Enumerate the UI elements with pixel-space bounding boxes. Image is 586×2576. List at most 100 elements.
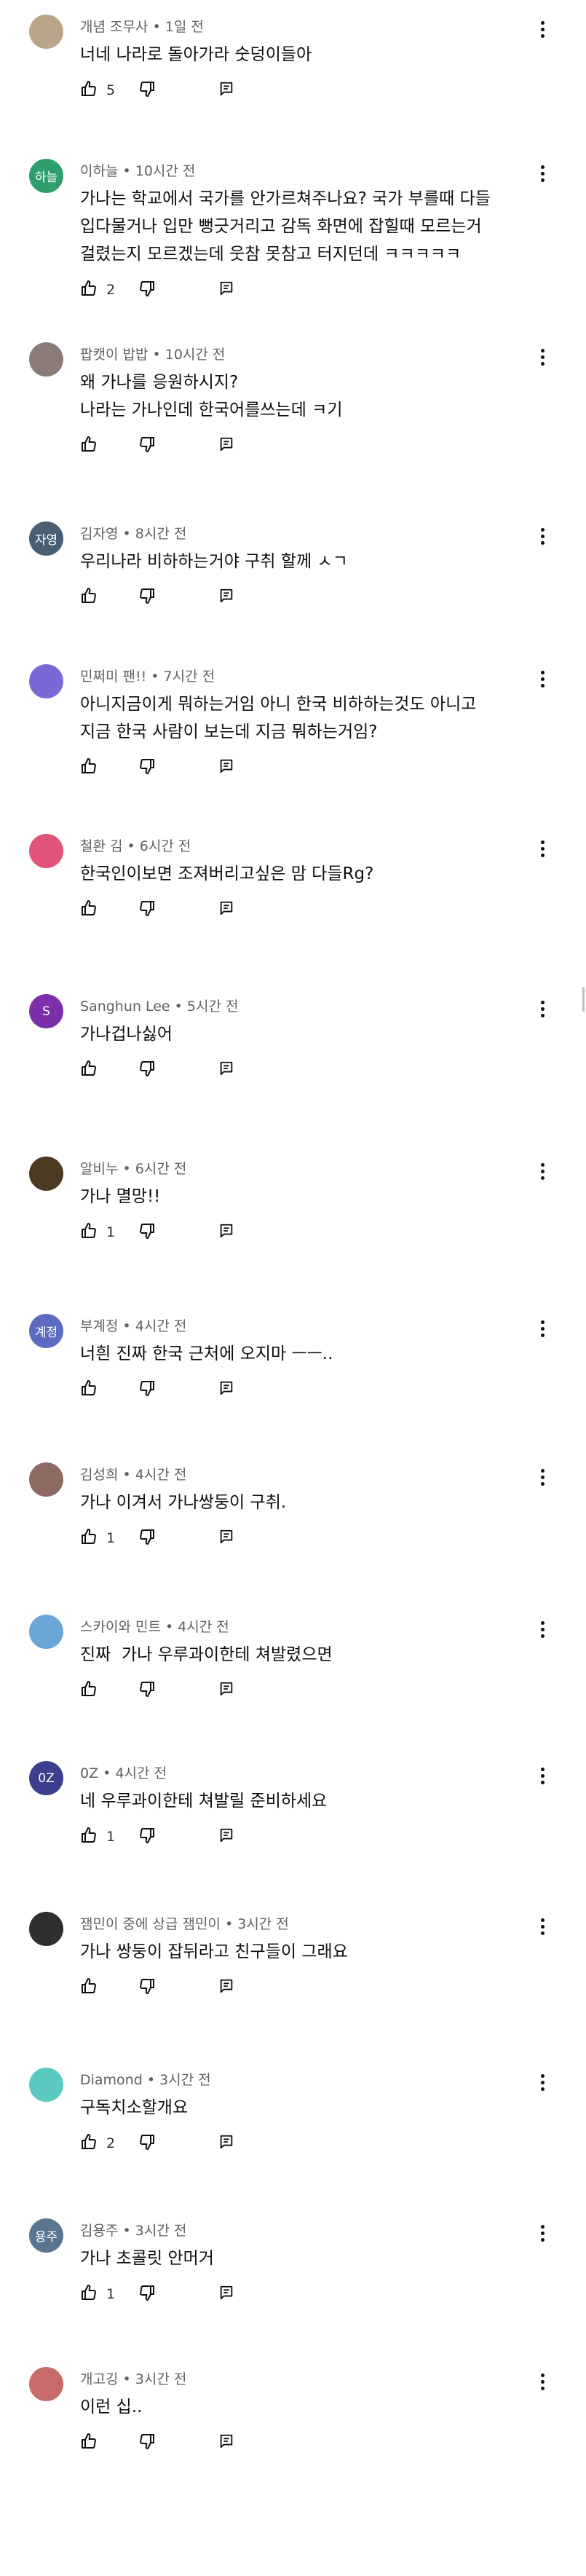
avatar[interactable]: 자영 xyxy=(29,521,63,556)
comment-timestamp[interactable]: 4시간 전 xyxy=(115,1765,167,1781)
avatar[interactable]: S xyxy=(29,994,63,1028)
dislike-button[interactable] xyxy=(138,757,189,778)
like-button[interactable] xyxy=(80,1379,131,1400)
like-button[interactable]: 2 xyxy=(80,280,131,300)
reply-button[interactable] xyxy=(218,1380,234,1399)
avatar[interactable]: 용주 xyxy=(29,2218,63,2253)
reply-button[interactable] xyxy=(218,1681,234,1700)
like-button[interactable] xyxy=(80,757,131,778)
more-vert-icon[interactable] xyxy=(535,1912,550,1941)
like-button[interactable] xyxy=(80,587,131,607)
more-vert-icon[interactable] xyxy=(535,834,550,863)
like-button[interactable] xyxy=(80,2433,131,2453)
dislike-button[interactable] xyxy=(138,1060,189,1080)
comment-timestamp[interactable]: 5시간 전 xyxy=(187,999,239,1015)
avatar[interactable] xyxy=(29,664,63,698)
avatar[interactable] xyxy=(29,2367,63,2401)
more-vert-icon[interactable] xyxy=(535,2068,550,2097)
like-button[interactable] xyxy=(80,899,131,920)
more-vert-icon[interactable] xyxy=(535,664,550,693)
comment-timestamp[interactable]: 6시간 전 xyxy=(135,1161,187,1177)
dislike-button[interactable] xyxy=(138,280,189,300)
avatar[interactable] xyxy=(29,1912,63,1946)
comment-author[interactable]: Diamond xyxy=(80,2072,143,2088)
comment-author[interactable]: 김자영 xyxy=(80,526,118,542)
avatar[interactable]: 계정 xyxy=(29,1314,63,1348)
more-vert-icon[interactable] xyxy=(535,1314,550,1343)
comment-timestamp[interactable]: 3시간 전 xyxy=(135,2223,187,2239)
comment-author[interactable]: 민쩌미 팬!! xyxy=(80,669,146,685)
reply-button[interactable] xyxy=(218,2433,234,2452)
avatar[interactable]: 하늘 xyxy=(29,159,63,193)
dislike-button[interactable] xyxy=(138,2433,189,2453)
dislike-button[interactable] xyxy=(138,436,189,456)
dislike-button[interactable] xyxy=(138,899,189,920)
more-vert-icon[interactable] xyxy=(535,2218,550,2248)
like-button[interactable] xyxy=(80,1977,131,1998)
scroll-indicator[interactable] xyxy=(582,987,585,1012)
comment-timestamp[interactable]: 7시간 전 xyxy=(164,669,215,685)
comment-author[interactable]: 잼민이 중에 상급 잼민이 xyxy=(80,1916,221,1932)
like-button[interactable]: 2 xyxy=(80,2133,131,2154)
reply-button[interactable] xyxy=(218,280,234,299)
dislike-button[interactable] xyxy=(138,1977,189,1998)
reply-button[interactable] xyxy=(218,1978,234,1997)
comment-timestamp[interactable]: 3시간 전 xyxy=(135,2371,187,2387)
more-vert-icon[interactable] xyxy=(535,521,550,551)
reply-button[interactable] xyxy=(218,900,234,919)
dislike-button[interactable] xyxy=(138,1827,189,1847)
comment-author[interactable]: 0Z xyxy=(80,1765,98,1781)
reply-button[interactable] xyxy=(218,436,234,455)
like-button[interactable] xyxy=(80,1680,131,1701)
avatar[interactable] xyxy=(29,1462,63,1497)
comment-timestamp[interactable]: 4시간 전 xyxy=(178,1619,229,1635)
comment-timestamp[interactable]: 1일 전 xyxy=(165,19,204,35)
reply-button[interactable] xyxy=(218,1060,234,1079)
more-vert-icon[interactable] xyxy=(535,159,550,188)
like-button[interactable]: 5 xyxy=(80,80,131,101)
more-vert-icon[interactable] xyxy=(535,15,550,44)
like-button[interactable] xyxy=(80,436,131,456)
comment-timestamp[interactable]: 4시간 전 xyxy=(135,1318,187,1334)
comment-author[interactable]: 김용주 xyxy=(80,2223,118,2239)
dislike-button[interactable] xyxy=(138,1222,189,1242)
avatar[interactable] xyxy=(29,1157,63,1191)
like-button[interactable] xyxy=(80,1060,131,1080)
dislike-button[interactable] xyxy=(138,1528,189,1548)
comment-timestamp[interactable]: 6시간 전 xyxy=(140,838,191,854)
comment-author[interactable]: 부계정 xyxy=(80,1318,118,1334)
dislike-button[interactable] xyxy=(138,587,189,607)
comment-author[interactable]: 철환 김 xyxy=(80,838,122,854)
avatar[interactable] xyxy=(29,15,63,49)
dislike-button[interactable] xyxy=(138,1379,189,1400)
avatar[interactable] xyxy=(29,1615,63,1649)
reply-button[interactable] xyxy=(218,1223,234,1242)
comment-timestamp[interactable]: 4시간 전 xyxy=(135,1467,187,1483)
avatar[interactable] xyxy=(29,342,63,377)
dislike-button[interactable] xyxy=(138,2133,189,2154)
like-button[interactable]: 1 xyxy=(80,1222,131,1242)
more-vert-icon[interactable] xyxy=(535,994,550,1023)
comment-timestamp[interactable]: 10시간 전 xyxy=(135,163,196,179)
comment-author[interactable]: 김성희 xyxy=(80,1467,118,1483)
comment-author[interactable]: Sanghun Lee xyxy=(80,999,170,1015)
avatar[interactable] xyxy=(29,834,63,868)
like-button[interactable]: 1 xyxy=(80,1528,131,1548)
reply-button[interactable] xyxy=(218,1827,234,1846)
reply-button[interactable] xyxy=(218,81,234,100)
comment-timestamp[interactable]: 10시간 전 xyxy=(165,347,226,363)
like-button[interactable]: 1 xyxy=(80,2284,131,2304)
reply-button[interactable] xyxy=(218,2134,234,2153)
more-vert-icon[interactable] xyxy=(535,1761,550,1790)
reply-button[interactable] xyxy=(218,588,234,607)
dislike-button[interactable] xyxy=(138,2284,189,2304)
comment-timestamp[interactable]: 8시간 전 xyxy=(135,526,187,542)
comment-timestamp[interactable]: 3시간 전 xyxy=(237,1916,289,1932)
comment-author[interactable]: 개념 조무사 xyxy=(80,19,148,35)
comment-author[interactable]: 알비누 xyxy=(80,1161,118,1177)
comment-author[interactable]: 스카이와 민트 xyxy=(80,1619,161,1635)
like-button[interactable]: 1 xyxy=(80,1827,131,1847)
more-vert-icon[interactable] xyxy=(535,1615,550,1644)
reply-button[interactable] xyxy=(218,1529,234,1548)
comment-author[interactable]: 팝캣이 밥밥 xyxy=(80,347,148,363)
